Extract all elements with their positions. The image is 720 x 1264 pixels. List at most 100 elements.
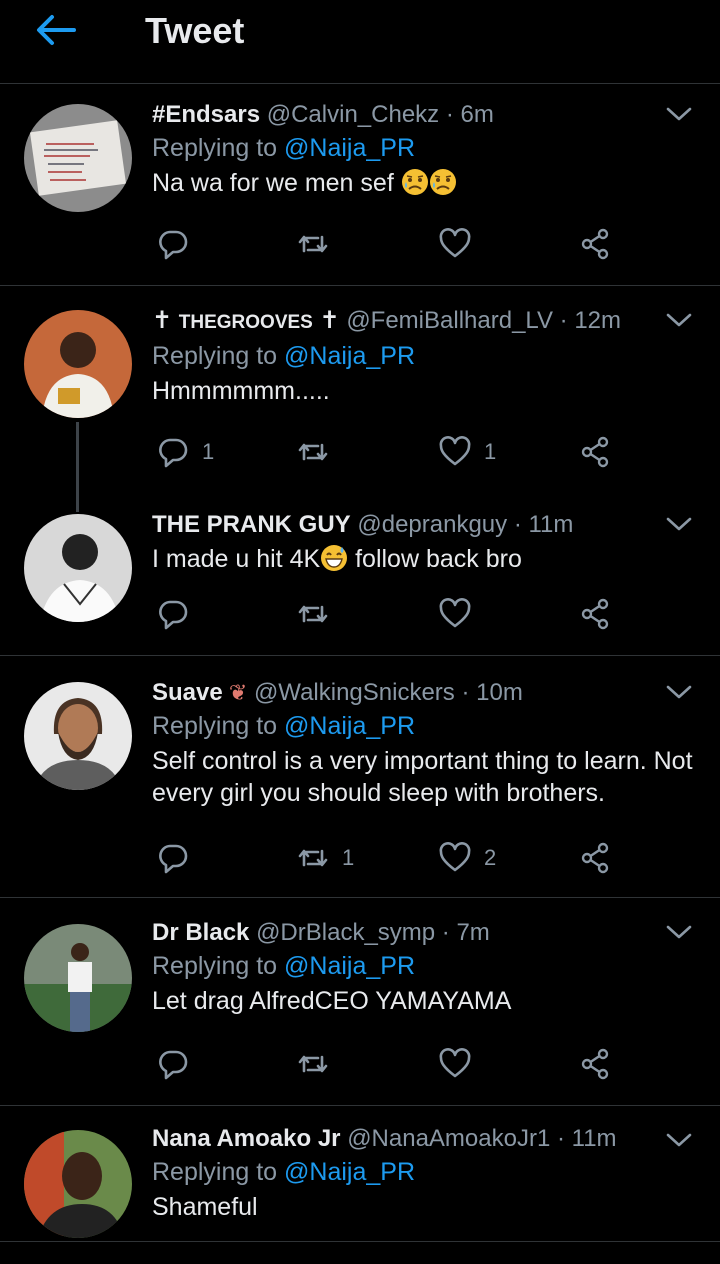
tweet-text: I made u hit 4K follow back bro bbox=[152, 544, 522, 573]
tweet-text: Hmmmmmm..... bbox=[152, 377, 330, 405]
heart-icon bbox=[438, 435, 472, 469]
chevron-down-icon[interactable] bbox=[666, 1132, 692, 1148]
tweet[interactable]: #Endsars @Calvin_Chekz · 6m Replying to … bbox=[0, 84, 720, 286]
replying-to-label: Replying to bbox=[152, 134, 278, 162]
reply-icon bbox=[156, 227, 190, 261]
avatar[interactable] bbox=[24, 682, 132, 790]
heart-icon bbox=[438, 841, 472, 875]
reply-button[interactable]: 1 bbox=[156, 432, 214, 472]
author-name[interactable]: Dr Black bbox=[152, 919, 249, 946]
tweet-text: Na wa for we men sef bbox=[152, 169, 394, 197]
avatar[interactable] bbox=[24, 310, 132, 418]
retweet-icon bbox=[296, 227, 330, 261]
tweet[interactable]: Suave ❦ @WalkingSnickers · 10m Replying … bbox=[0, 656, 720, 898]
share-icon bbox=[578, 435, 612, 469]
author-name[interactable]: THE PRANK GUY bbox=[152, 511, 351, 538]
chevron-down-icon[interactable] bbox=[666, 684, 692, 700]
replying-to-label: Replying to bbox=[152, 342, 278, 370]
tweet[interactable]: Dr Black @DrBlack_symp · 7m Replying to … bbox=[0, 898, 720, 1106]
replying-to-link[interactable]: @Naija_PR bbox=[284, 134, 415, 162]
page-title: Tweet bbox=[145, 10, 245, 51]
replying-to-label: Replying to bbox=[152, 712, 278, 740]
sad-sweat-emoji-icon bbox=[429, 168, 457, 196]
chevron-down-icon[interactable] bbox=[666, 106, 692, 122]
top-app-bar: Tweet bbox=[0, 0, 720, 84]
retweet-button[interactable] bbox=[296, 432, 330, 472]
retweet-button[interactable] bbox=[296, 224, 330, 264]
reply-button[interactable] bbox=[156, 1044, 190, 1084]
author-name[interactable]: #Endsars bbox=[152, 101, 260, 128]
retweet-button[interactable]: 1 bbox=[296, 838, 354, 878]
share-icon bbox=[578, 841, 612, 875]
share-button[interactable] bbox=[578, 838, 612, 878]
author-handle: @Calvin_Chekz bbox=[266, 101, 440, 128]
sad-sweat-emoji-icon bbox=[401, 168, 429, 196]
tweet-actions: 1 1 bbox=[152, 432, 622, 472]
timestamp: · 11m bbox=[556, 1125, 617, 1152]
like-count: 1 bbox=[484, 439, 497, 464]
tweet[interactable]: ✝ THEGROOVES ✝ @FemiBallhard_LV · 12m Re… bbox=[0, 286, 720, 512]
tweet-text: Shameful bbox=[152, 1193, 258, 1221]
retweet-icon bbox=[296, 1047, 330, 1081]
retweet-count: 1 bbox=[342, 845, 355, 870]
reply-button[interactable] bbox=[156, 594, 190, 634]
like-button[interactable]: 2 bbox=[438, 838, 496, 878]
replying-to-link[interactable]: @Naija_PR bbox=[284, 342, 415, 370]
avatar[interactable] bbox=[24, 104, 132, 212]
reply-icon bbox=[156, 1047, 190, 1081]
chevron-down-icon[interactable] bbox=[666, 924, 692, 940]
avatar[interactable] bbox=[24, 514, 132, 622]
share-button[interactable] bbox=[578, 224, 612, 264]
retweet-icon bbox=[296, 841, 330, 875]
like-button[interactable] bbox=[438, 224, 472, 264]
reply-icon bbox=[156, 597, 190, 631]
author-handle: @FemiBallhard_LV bbox=[346, 307, 553, 334]
back-arrow-icon[interactable] bbox=[34, 12, 78, 48]
retweet-button[interactable] bbox=[296, 1044, 330, 1084]
reply-button[interactable] bbox=[156, 838, 190, 878]
tweet[interactable]: Nana Amoako Jr @NanaAmoakoJr1 · 11m Repl… bbox=[0, 1106, 720, 1242]
timestamp: · 10m bbox=[461, 679, 523, 706]
like-button[interactable] bbox=[438, 594, 472, 634]
share-button[interactable] bbox=[578, 432, 612, 472]
like-button[interactable] bbox=[438, 1044, 472, 1084]
author-handle: @DrBlack_symp bbox=[256, 919, 436, 946]
timestamp: · 12m bbox=[559, 307, 622, 334]
chevron-down-icon[interactable] bbox=[666, 516, 692, 532]
timestamp: · 11m bbox=[513, 511, 574, 538]
replying-to-link[interactable]: @Naija_PR bbox=[284, 1158, 415, 1186]
retweet-icon bbox=[296, 597, 330, 631]
reply-icon bbox=[156, 841, 190, 875]
retweet-button[interactable] bbox=[296, 594, 330, 634]
replying-to-label: Replying to bbox=[152, 1158, 278, 1186]
avatar[interactable] bbox=[24, 924, 132, 1032]
retweet-icon bbox=[296, 435, 330, 469]
share-button[interactable] bbox=[578, 1044, 612, 1084]
author-name[interactable]: Suave bbox=[152, 679, 223, 706]
timestamp: · 7m bbox=[441, 919, 490, 946]
tweet-text: Let drag AlfredCEO YAMAYAMA bbox=[152, 987, 512, 1015]
heart-icon bbox=[438, 1047, 472, 1081]
reply-button[interactable] bbox=[156, 224, 190, 264]
avatar[interactable] bbox=[24, 1130, 132, 1238]
like-button[interactable]: 1 bbox=[438, 432, 496, 472]
share-icon bbox=[578, 227, 612, 261]
replying-to-link[interactable]: @Naija_PR bbox=[284, 712, 415, 740]
share-button[interactable] bbox=[578, 594, 612, 634]
author-handle: @WalkingSnickers bbox=[253, 679, 455, 706]
lungs-emoji-icon: ❦ bbox=[222, 680, 248, 705]
chevron-down-icon[interactable] bbox=[666, 312, 692, 328]
author-name[interactable]: Nana Amoako Jr bbox=[152, 1125, 341, 1152]
tweet[interactable]: THE PRANK GUY @deprankguy · 11m I made u… bbox=[0, 488, 720, 656]
replying-to-link[interactable]: @Naija_PR bbox=[284, 952, 415, 980]
author-handle: @deprankguy bbox=[357, 511, 508, 538]
replying-to-label: Replying to bbox=[152, 952, 278, 980]
grin-sweat-emoji-icon bbox=[320, 544, 348, 572]
heart-icon bbox=[438, 227, 472, 261]
author-name[interactable]: ✝ THEGROOVES ✝ bbox=[152, 307, 340, 334]
tweet-text: Self control is a very important thing t… bbox=[152, 747, 693, 807]
share-icon bbox=[578, 597, 612, 631]
tweet-actions bbox=[152, 594, 622, 634]
share-icon bbox=[578, 1047, 612, 1081]
timestamp: · 6m bbox=[445, 101, 494, 128]
